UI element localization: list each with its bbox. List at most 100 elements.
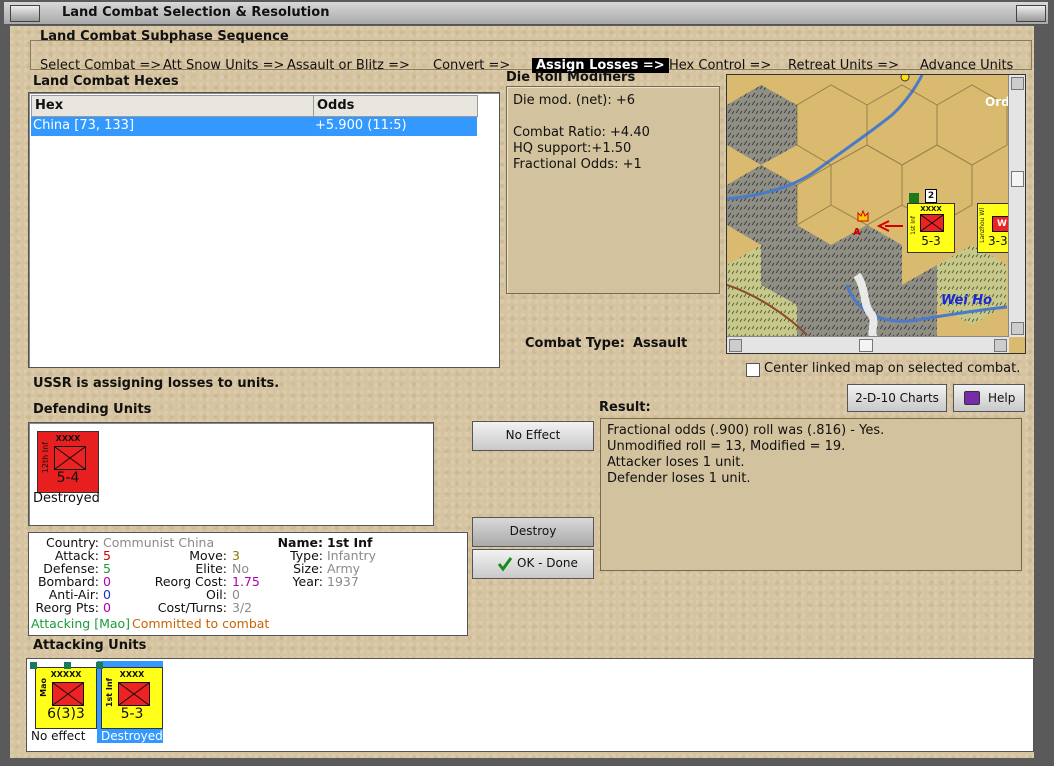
infantry-symbol-icon: [920, 214, 944, 232]
combat-marker-icon: [855, 209, 871, 227]
center-linked-checkbox[interactable]: [746, 363, 760, 377]
drm-line: Combat Ratio: +4.40: [513, 125, 650, 140]
help-button-label: Help: [988, 391, 1016, 405]
hq-dot-icon: [30, 662, 37, 669]
linked-map[interactable]: Ord Wei Ho A 2 XXXX 1st Inf 5-3 Lanzhou …: [726, 74, 1026, 354]
map-vertical-scrollbar[interactable]: [1008, 75, 1025, 337]
column-header-odds[interactable]: Odds: [313, 95, 478, 117]
cost-turns-label: Cost/Turns:: [157, 600, 227, 615]
year-label: Year:: [292, 574, 323, 589]
reorg-pts-label: Reorg Pts:: [35, 600, 99, 615]
attacking-hq-text: Attacking [Mao]: [31, 616, 131, 631]
window-frame: Land Combat Selection & Resolution Land …: [0, 0, 1054, 766]
step-hex-control: Hex Control =>: [669, 58, 772, 73]
drm-title: Die Roll Modifiers: [506, 70, 636, 85]
map-horizontal-scrollbar[interactable]: [727, 336, 1009, 353]
drm-line: Die mod. (net): +6: [513, 93, 636, 108]
scroll-thumb[interactable]: [1011, 171, 1024, 187]
checkmark-icon: [497, 557, 513, 572]
status-text: USSR is assigning losses to units.: [33, 376, 280, 391]
scroll-right-icon[interactable]: [994, 339, 1007, 352]
dialog-body: Land Combat Subphase Sequence Select Com…: [10, 26, 1034, 758]
window-title: Land Combat Selection & Resolution: [62, 5, 330, 20]
unit-details: Country: Communist China Attack: 5 Defen…: [28, 532, 468, 636]
result-title: Result:: [599, 400, 651, 415]
hexes-grid: Hex Odds China [73, 133] +5.900 (11:5): [28, 92, 500, 368]
step-select-combat: Select Combat =>: [40, 58, 162, 73]
unit-status: Destroyed: [33, 491, 100, 506]
hex-cell: China [73, 133]: [33, 118, 135, 133]
combat-type-label: Combat Type:: [525, 336, 625, 351]
map-unit-1st-inf[interactable]: XXXX 1st Inf 5-3: [907, 203, 955, 253]
reorg-pts-value: 0: [103, 600, 111, 615]
maximize-button[interactable]: [1016, 5, 1046, 22]
step-assault-or-blitz: Assault or Blitz =>: [287, 58, 410, 73]
unit-name: 12th Inf: [41, 442, 50, 474]
defending-unit-counter[interactable]: XXXX 12th Inf 5-4: [37, 431, 99, 493]
unit-strength: 5-3: [120, 706, 144, 722]
unit-strength: 6(3)3: [47, 706, 85, 722]
attacking-unit-mao[interactable]: XXXXX Mao 6(3)3: [30, 662, 97, 729]
step-att-snow-units: Att Snow Units =>: [163, 58, 285, 73]
infantry-symbol-icon: [54, 446, 86, 470]
drm-line: [513, 109, 713, 125]
hex-marker: A: [853, 227, 861, 238]
year-value: 1937: [327, 574, 359, 589]
title-bar[interactable]: Land Combat Selection & Resolution: [4, 2, 1048, 25]
charts-button[interactable]: 2-D-10 Charts: [847, 384, 947, 412]
drm-line: Fractional Odds: +1: [513, 157, 642, 172]
result-line: Attacker loses 1 unit.: [607, 455, 745, 470]
step-convert: Convert =>: [433, 58, 511, 73]
ok-done-button[interactable]: OK - Done: [472, 549, 594, 579]
column-header-hex[interactable]: Hex: [31, 95, 314, 117]
result-box: Fractional odds (.900) roll was (.816) -…: [600, 418, 1022, 571]
scroll-left-icon[interactable]: [729, 339, 742, 352]
unit-status: No effect: [31, 729, 86, 743]
unit-name: 1st Inf: [910, 216, 917, 235]
subphase-title: Land Combat Subphase Sequence: [40, 29, 289, 44]
attacking-title: Attacking Units: [33, 638, 147, 653]
system-menu-button[interactable]: [10, 5, 40, 22]
hexes-title: Land Combat Hexes: [33, 74, 179, 89]
scroll-up-icon[interactable]: [1011, 77, 1024, 90]
help-book-icon: [964, 391, 980, 405]
table-row[interactable]: China [73, 133] +5.900 (11:5): [31, 117, 477, 136]
attack-arrow-icon: [876, 220, 903, 232]
cost-turns-value: 3/2: [232, 600, 253, 615]
committed-text: Committed to combat: [132, 616, 270, 631]
result-line: Unmodified roll = 13, Modified = 19.: [607, 439, 846, 454]
unit-name: 1st Inf: [105, 678, 114, 708]
unit-size: XXXX: [920, 205, 942, 213]
map-unit-lanzhou[interactable]: Lanzhou Wl W 3-3: [977, 203, 1012, 253]
hq-dot-icon: [96, 662, 103, 669]
hq-dot-icon: [64, 662, 71, 669]
defending-units-box: XXXX 12th Inf 5-4 Destroyed: [28, 422, 434, 526]
attacking-units-box: XXXXX Mao 6(3)3 No effect XXXX 1st Inf 5…: [26, 658, 1034, 752]
odds-cell: +5.900 (11:5): [315, 118, 407, 133]
unit-name: Lanzhou Wl: [979, 208, 986, 243]
infantry-symbol-icon: [118, 682, 150, 706]
ok-done-label: OK - Done: [517, 556, 578, 570]
step-retreat-units: Retreat Units =>: [788, 58, 899, 73]
scroll-thumb[interactable]: [859, 339, 873, 352]
destroy-button[interactable]: Destroy: [472, 517, 594, 547]
attacking-unit-1st-inf[interactable]: XXXX 1st Inf 5-3: [96, 662, 163, 729]
result-line: Fractional odds (.900) roll was (.816) -…: [607, 423, 885, 438]
unit-strength: 5-3: [921, 234, 941, 248]
center-linked-label: Center linked map on selected combat.: [764, 361, 1021, 376]
map-label-ord: Ord: [985, 95, 1010, 109]
result-line: Defender loses 1 unit.: [607, 471, 751, 486]
combat-type-value: Assault: [633, 336, 688, 351]
step-advance-units: Advance Units: [920, 58, 1014, 73]
unit-strength: 5-4: [56, 470, 80, 486]
stack-count: 2: [925, 189, 937, 203]
help-button[interactable]: Help: [953, 384, 1025, 412]
drm-line: HQ support:+1.50: [513, 141, 632, 156]
unit-name: Mao: [39, 678, 48, 697]
hq-dot-icon: [909, 193, 919, 203]
scroll-down-icon[interactable]: [1011, 322, 1024, 335]
defending-title: Defending Units: [33, 402, 152, 417]
unit-strength: 3-3: [988, 234, 1008, 248]
drm-box: Die mod. (net): +6 Combat Ratio: +4.40 H…: [506, 86, 720, 294]
no-effect-button[interactable]: No Effect: [472, 421, 594, 451]
